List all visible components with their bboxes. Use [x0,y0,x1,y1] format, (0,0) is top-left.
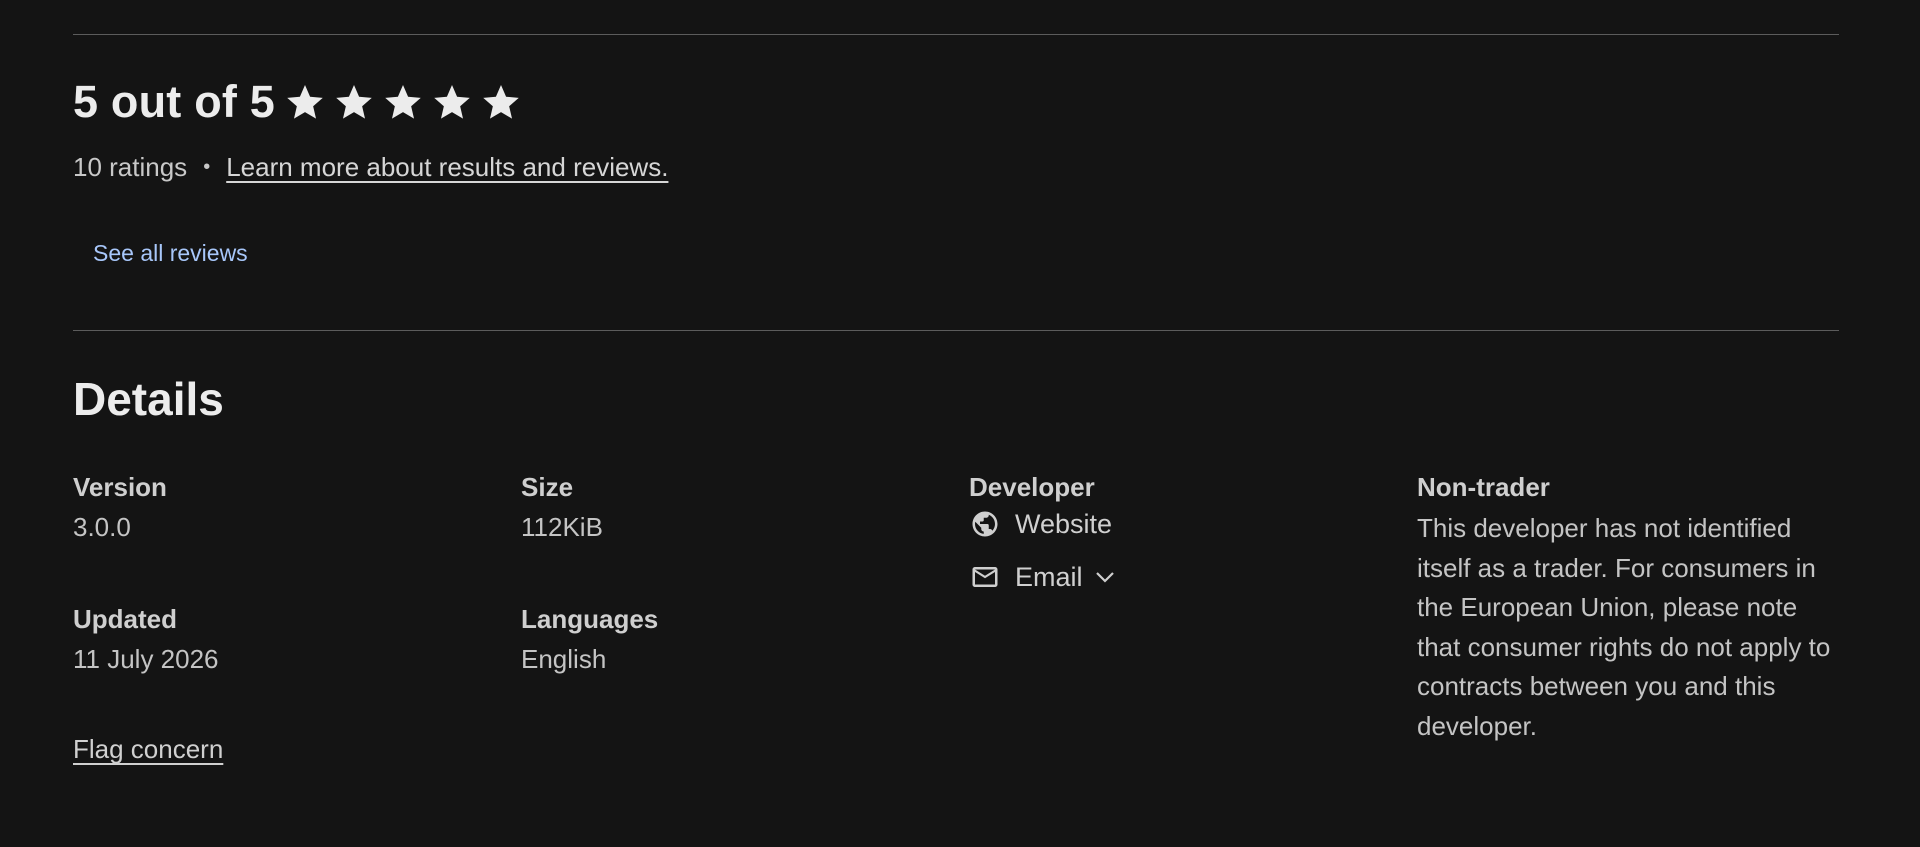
size-value: 112KiB [521,512,603,542]
see-all-reviews-button[interactable]: See all reviews [73,234,268,273]
developer-email-toggle[interactable]: Email [969,561,1117,593]
top-divider [73,34,1839,35]
learn-more-link[interactable]: Learn more about results and reviews. [226,152,668,183]
mail-icon [969,561,1001,593]
rating-summary: 5 out of 5 [73,74,521,130]
star-icon [334,82,374,122]
version-label: Version [73,472,167,502]
non-trader-label: Non-trader [1417,472,1550,502]
languages-value: English [521,644,607,674]
rating-heading-text: 5 out of 5 [73,76,275,127]
updated-value: 11 July 2026 [73,644,219,674]
rating-count: 10 ratings [73,152,188,182]
updated-label: Updated [73,604,177,634]
non-trader-notice: This developer has not identified itself… [1417,513,1831,741]
details-heading: Details [73,373,224,425]
rating-meta: 10 ratings • Learn more about results an… [73,152,668,183]
star-icon [383,82,423,122]
developer-website-link[interactable]: Website [969,508,1112,540]
languages-label: Languages [521,604,659,634]
section-divider [73,330,1839,331]
star-icon [432,82,472,122]
globe-icon [969,508,1001,540]
version-value: 3.0.0 [73,512,131,542]
email-label: Email [1015,561,1083,592]
developer-label: Developer [969,472,1095,502]
website-label: Website [1015,508,1113,539]
separator-dot: • [203,156,211,178]
flag-concern-link[interactable]: Flag concern [73,734,223,765]
star-rating [285,82,521,122]
star-icon [285,82,325,122]
chevron-down-icon [1093,565,1117,589]
size-label: Size [521,472,574,502]
star-icon [481,82,521,122]
